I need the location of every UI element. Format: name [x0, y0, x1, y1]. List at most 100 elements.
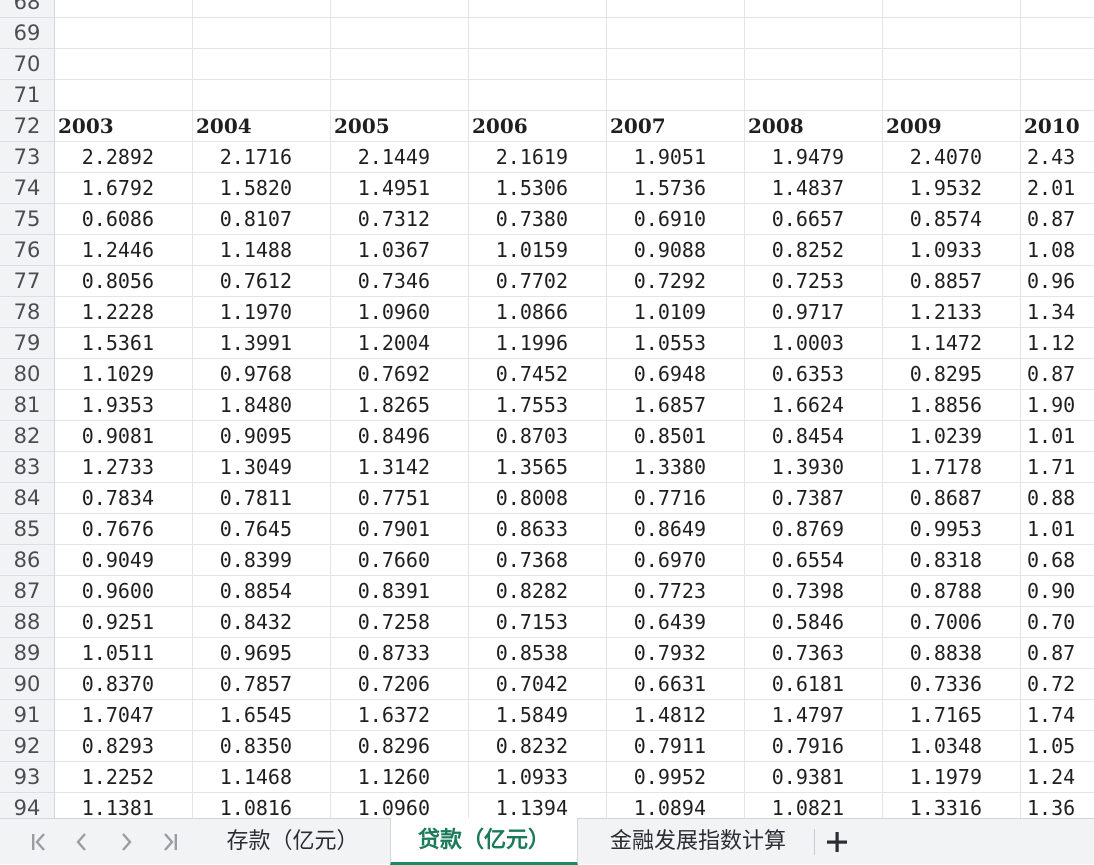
data-cell[interactable]: 0.7153 — [469, 607, 607, 638]
data-cell[interactable] — [193, 18, 331, 49]
data-cell[interactable]: 0.7452 — [469, 359, 607, 390]
next-sheet-icon[interactable] — [111, 829, 141, 855]
row-number[interactable]: 69 — [0, 18, 55, 49]
row-number[interactable]: 91 — [0, 700, 55, 731]
data-cell[interactable]: 0.7834 — [55, 483, 193, 514]
data-cell[interactable]: 0.7292 — [607, 266, 745, 297]
data-cell[interactable]: 1.2446 — [55, 235, 193, 266]
row-number[interactable]: 86 — [0, 545, 55, 576]
tab-financial-development-index[interactable]: 金融发展指数计算 — [582, 819, 814, 864]
data-cell[interactable]: 0.7751 — [331, 483, 469, 514]
data-cell[interactable]: 1.36 — [1021, 793, 1094, 818]
data-cell[interactable]: 0.68 — [1021, 545, 1094, 576]
data-cell[interactable]: 0.8857 — [883, 266, 1021, 297]
data-cell[interactable]: 1.5849 — [469, 700, 607, 731]
data-cell[interactable] — [607, 0, 745, 18]
row-number[interactable]: 78 — [0, 297, 55, 328]
data-cell[interactable] — [193, 49, 331, 80]
data-cell[interactable]: 0.9088 — [607, 235, 745, 266]
row-number[interactable]: 76 — [0, 235, 55, 266]
data-cell[interactable]: 1.1260 — [331, 762, 469, 793]
row-number[interactable]: 82 — [0, 421, 55, 452]
data-cell[interactable]: 0.8574 — [883, 204, 1021, 235]
row-number[interactable]: 70 — [0, 49, 55, 80]
column-header-cell[interactable]: 2010 — [1021, 111, 1094, 142]
data-cell[interactable]: 1.8480 — [193, 390, 331, 421]
row-number[interactable]: 92 — [0, 731, 55, 762]
data-cell[interactable]: 0.87 — [1021, 638, 1094, 669]
data-cell[interactable]: 1.01 — [1021, 514, 1094, 545]
data-cell[interactable]: 0.6086 — [55, 204, 193, 235]
data-cell[interactable]: 0.8056 — [55, 266, 193, 297]
data-cell[interactable] — [55, 80, 193, 111]
data-cell[interactable] — [331, 49, 469, 80]
data-cell[interactable]: 1.0816 — [193, 793, 331, 818]
prev-sheet-icon[interactable] — [67, 829, 97, 855]
row-number[interactable]: 94 — [0, 793, 55, 818]
data-cell[interactable]: 1.3991 — [193, 328, 331, 359]
data-cell[interactable]: 0.9953 — [883, 514, 1021, 545]
data-cell[interactable]: 0.7336 — [883, 669, 1021, 700]
data-cell[interactable]: 0.8454 — [745, 421, 883, 452]
data-cell[interactable]: 0.7660 — [331, 545, 469, 576]
data-cell[interactable]: 1.6624 — [745, 390, 883, 421]
data-cell[interactable]: 0.87 — [1021, 359, 1094, 390]
data-cell[interactable]: 1.8265 — [331, 390, 469, 421]
data-cell[interactable] — [55, 18, 193, 49]
data-cell[interactable] — [331, 0, 469, 18]
data-cell[interactable]: 1.2733 — [55, 452, 193, 483]
row-number[interactable]: 68 — [0, 0, 55, 18]
data-cell[interactable]: 0.9049 — [55, 545, 193, 576]
data-cell[interactable]: 1.1488 — [193, 235, 331, 266]
data-cell[interactable]: 0.8296 — [331, 731, 469, 762]
data-cell[interactable]: 1.0239 — [883, 421, 1021, 452]
data-cell[interactable]: 0.9095 — [193, 421, 331, 452]
data-cell[interactable]: 1.1381 — [55, 793, 193, 818]
data-cell[interactable]: 1.0866 — [469, 297, 607, 328]
data-cell[interactable]: 0.7811 — [193, 483, 331, 514]
data-cell[interactable]: 1.5361 — [55, 328, 193, 359]
data-cell[interactable]: 1.1970 — [193, 297, 331, 328]
data-cell[interactable]: 1.5306 — [469, 173, 607, 204]
data-cell[interactable]: 0.7702 — [469, 266, 607, 297]
data-cell[interactable] — [193, 80, 331, 111]
data-cell[interactable]: 1.0933 — [883, 235, 1021, 266]
data-cell[interactable]: 1.71 — [1021, 452, 1094, 483]
data-cell[interactable]: 1.0894 — [607, 793, 745, 818]
data-cell[interactable]: 0.8107 — [193, 204, 331, 235]
data-cell[interactable] — [1021, 80, 1094, 111]
data-cell[interactable]: 0.6353 — [745, 359, 883, 390]
data-cell[interactable]: 0.6910 — [607, 204, 745, 235]
data-cell[interactable]: 0.8733 — [331, 638, 469, 669]
column-header-cell[interactable]: 2006 — [469, 111, 607, 142]
data-cell[interactable]: 0.6181 — [745, 669, 883, 700]
data-cell[interactable]: 1.2228 — [55, 297, 193, 328]
data-cell[interactable]: 0.8282 — [469, 576, 607, 607]
data-cell[interactable]: 1.3930 — [745, 452, 883, 483]
data-cell[interactable]: 0.7676 — [55, 514, 193, 545]
data-cell[interactable]: 0.87 — [1021, 204, 1094, 235]
data-cell[interactable]: 0.7253 — [745, 266, 883, 297]
data-cell[interactable]: 0.7645 — [193, 514, 331, 545]
data-cell[interactable]: 2.4070 — [883, 142, 1021, 173]
data-cell[interactable] — [469, 80, 607, 111]
data-cell[interactable]: 1.4812 — [607, 700, 745, 731]
data-cell[interactable]: 1.0511 — [55, 638, 193, 669]
data-cell[interactable]: 1.3380 — [607, 452, 745, 483]
data-cell[interactable]: 1.7178 — [883, 452, 1021, 483]
data-cell[interactable]: 1.9353 — [55, 390, 193, 421]
data-cell[interactable]: 2.43 — [1021, 142, 1094, 173]
data-cell[interactable]: 0.8391 — [331, 576, 469, 607]
row-number[interactable]: 93 — [0, 762, 55, 793]
row-number[interactable]: 89 — [0, 638, 55, 669]
data-cell[interactable]: 1.0553 — [607, 328, 745, 359]
data-cell[interactable]: 1.4797 — [745, 700, 883, 731]
data-cell[interactable] — [745, 0, 883, 18]
data-cell[interactable] — [469, 0, 607, 18]
data-cell[interactable]: 1.5736 — [607, 173, 745, 204]
row-number[interactable]: 71 — [0, 80, 55, 111]
data-cell[interactable]: 1.0109 — [607, 297, 745, 328]
data-cell[interactable]: 1.08 — [1021, 235, 1094, 266]
row-number[interactable]: 88 — [0, 607, 55, 638]
data-cell[interactable]: 0.6439 — [607, 607, 745, 638]
